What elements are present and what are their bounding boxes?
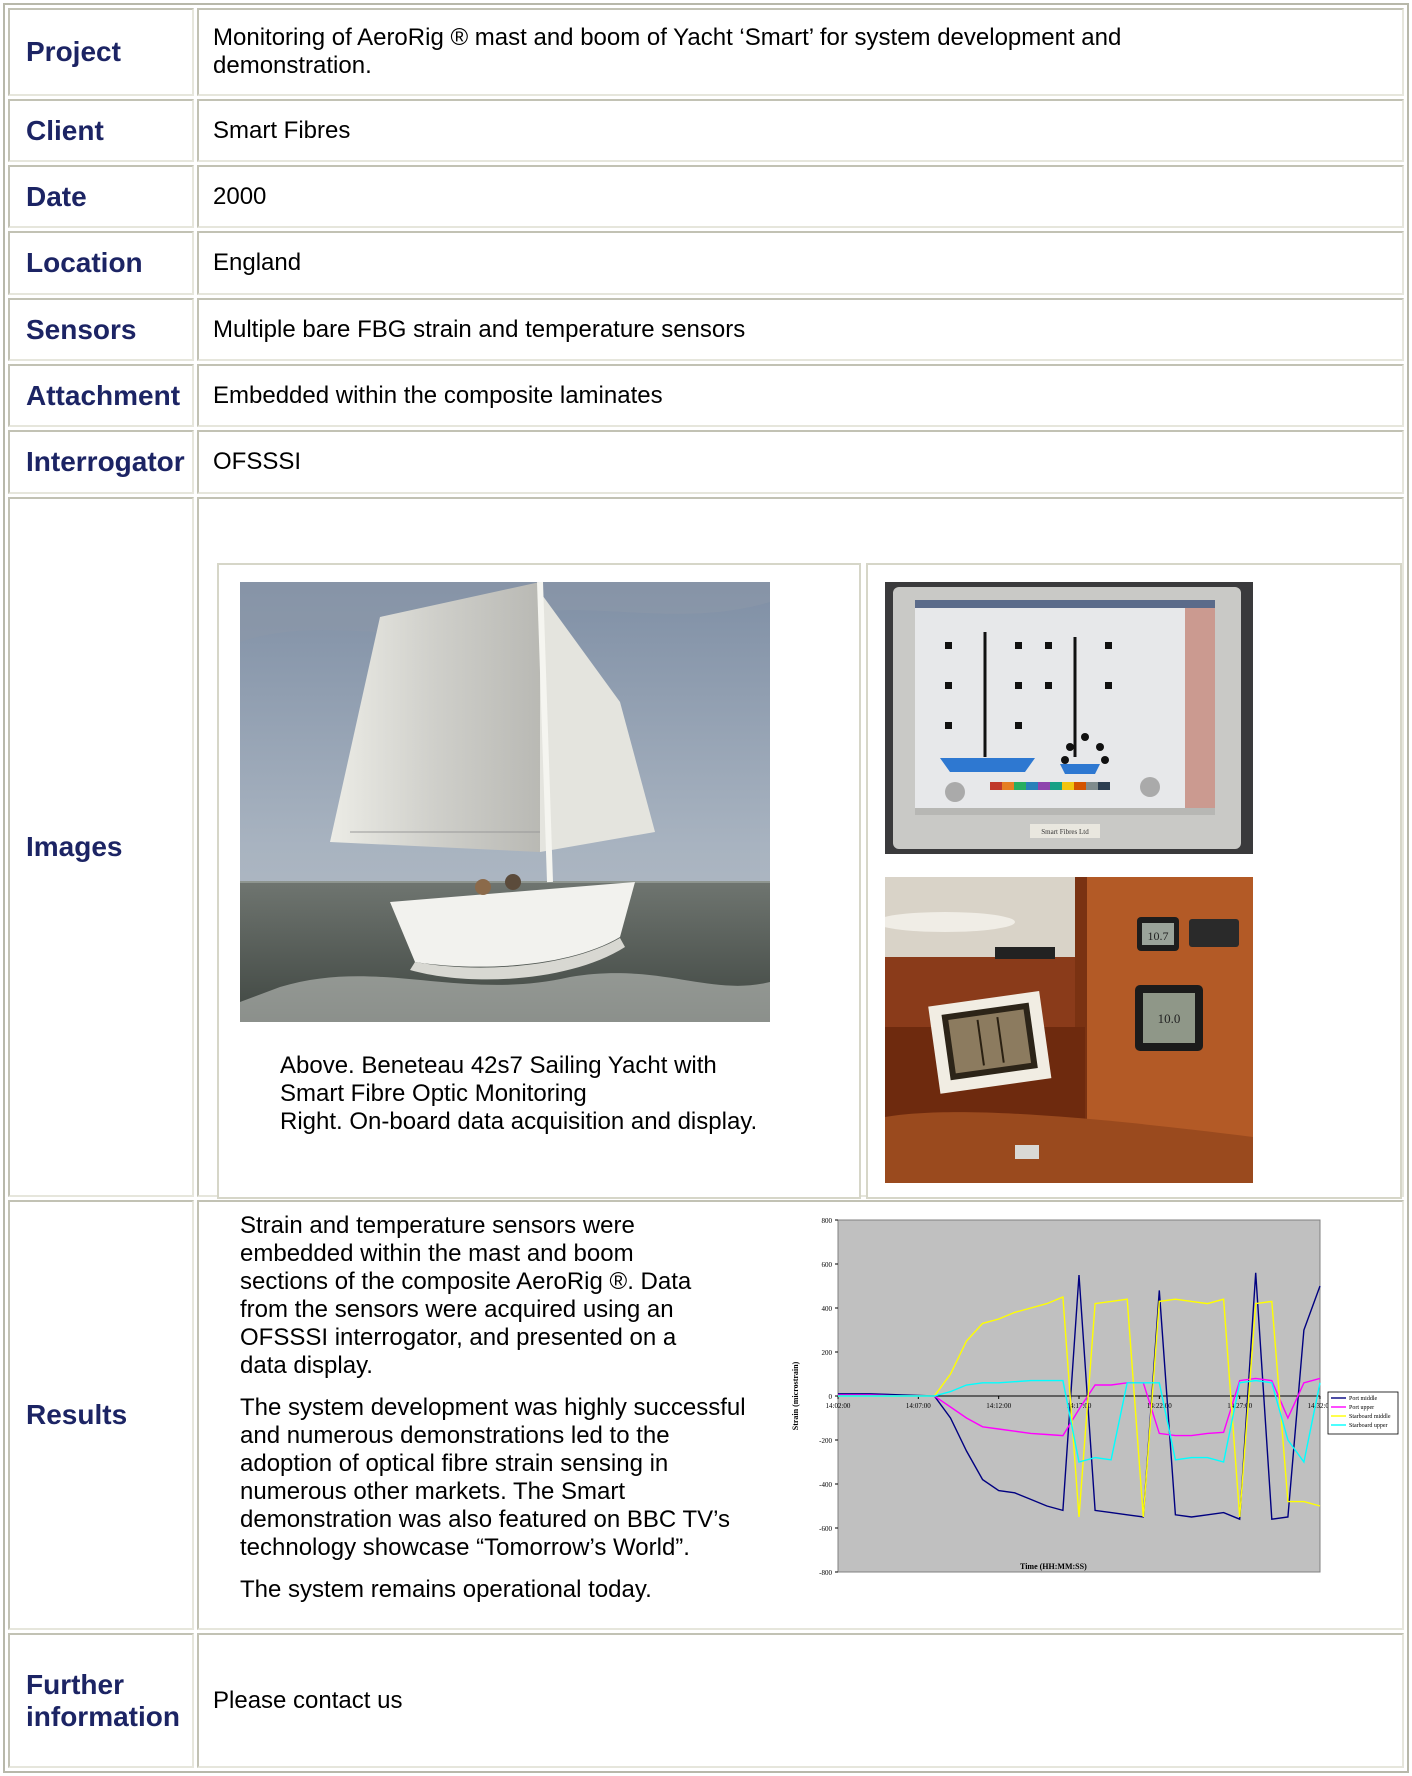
- value-further: Please contact us: [197, 1633, 1404, 1768]
- label-further-line-1: Further: [26, 1668, 124, 1700]
- legend-label: Starboard upper: [1349, 1423, 1388, 1429]
- label-client: Client: [8, 99, 194, 162]
- results-para-1: Strain and temperature sensors were embe…: [240, 1212, 692, 1379]
- label-location: Location: [8, 231, 194, 295]
- y-tick-label: 400: [822, 1305, 833, 1313]
- legend-label: Starboard middle: [1349, 1414, 1391, 1420]
- value-sensors: Multiple bare FBG strain and temperature…: [197, 298, 1404, 361]
- strain-chart: 800 600 400 200 0 -200 -400 -600 -800 14:02:00 14:…: [780, 1208, 1400, 1578]
- y-tick-label: -600: [819, 1525, 832, 1533]
- y-tick-label: 800: [822, 1217, 833, 1225]
- instrument-1-text: 10.7: [1148, 929, 1169, 943]
- label-interrogator: Interrogator: [8, 430, 194, 494]
- label-further: Further information: [8, 1633, 194, 1768]
- x-tick-label: 14:02:00: [826, 1402, 851, 1410]
- yacht-photo: [240, 582, 770, 1022]
- y-tick-label: -200: [819, 1437, 832, 1445]
- results-para-3: The system remains operational today.: [240, 1576, 652, 1603]
- y-tick-label: 200: [822, 1349, 833, 1357]
- legend-label: Port upper: [1349, 1405, 1374, 1411]
- contact-link[interactable]: Please contact us: [213, 1687, 402, 1715]
- label-further-line-2: information: [26, 1700, 180, 1732]
- value-project: Monitoring of AeroRig ® mast and boom of…: [197, 8, 1404, 96]
- label-results: Results: [8, 1200, 194, 1630]
- value-location: England: [197, 231, 1404, 295]
- project-text: Monitoring of AeroRig ® mast and boom of…: [213, 24, 1122, 79]
- label-sensors: Sensors: [8, 298, 194, 361]
- caption-line-1: Above. Beneteau 42s7 Sailing Yacht with: [280, 1052, 717, 1079]
- legend-label: Port middle: [1349, 1396, 1378, 1402]
- value-date: 2000: [197, 165, 1404, 228]
- strain-chart-svg: 800 600 400 200 0 -200 -400 -600 -800 14:02:00 14:…: [791, 1217, 1399, 1577]
- y-tick-label: -400: [819, 1481, 832, 1489]
- chart-y-label: Strain (microstrain): [791, 1361, 800, 1430]
- value-interrogator: OFSSSI: [197, 430, 1404, 494]
- instrument-2-text: 10.0: [1158, 1011, 1181, 1026]
- y-tick-label: 0: [829, 1393, 833, 1401]
- x-tick-label: 14:12:00: [986, 1402, 1011, 1410]
- cabin-photo: 10.7 10.0: [885, 877, 1253, 1183]
- caption-line-3: Right. On-board data acquisition and dis…: [280, 1108, 758, 1135]
- y-tick-label: -800: [819, 1569, 832, 1577]
- images-caption: Above. Beneteau 42s7 Sailing Yacht with …: [280, 1052, 757, 1136]
- results-text: Strain and temperature sensors were embe…: [240, 1212, 760, 1618]
- x-tick-label: 14:07:00: [906, 1402, 931, 1410]
- chart-x-label: Time (HH:MM:SS): [1020, 1562, 1087, 1571]
- label-project: Project: [8, 8, 194, 96]
- monitor-plate-text: Smart Fibres Ltd: [1041, 828, 1089, 836]
- label-images: Images: [8, 497, 194, 1197]
- y-tick-label: 600: [822, 1261, 833, 1269]
- label-attachment: Attachment: [8, 364, 194, 427]
- value-attachment: Embedded within the composite laminates: [197, 364, 1404, 427]
- caption-line-2: Smart Fibre Optic Monitoring: [280, 1080, 587, 1107]
- value-client: Smart Fibres: [197, 99, 1404, 162]
- results-para-2: The system development was highly succes…: [240, 1394, 746, 1561]
- label-date: Date: [8, 165, 194, 228]
- monitor-photo: Smart Fibres Ltd: [885, 582, 1253, 854]
